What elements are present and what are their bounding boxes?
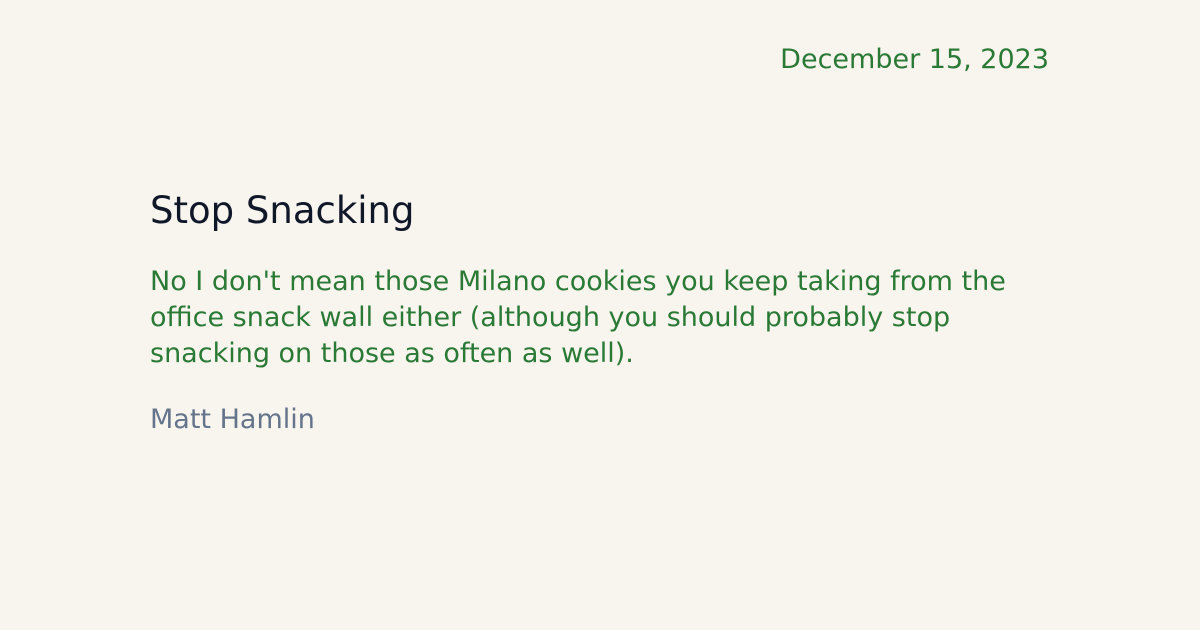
post-excerpt: No I don't mean those Milano cookies you… [150, 266, 1006, 369]
og-card: December 15, 2023 Stop Snacking No I don… [0, 0, 1200, 630]
post-title: Stop Snacking [150, 189, 415, 232]
post-date: December 15, 2023 [780, 44, 1049, 75]
post-author: Matt Hamlin [150, 404, 315, 435]
post-content: Stop Snacking No I don't mean those Mila… [150, 188, 1030, 438]
